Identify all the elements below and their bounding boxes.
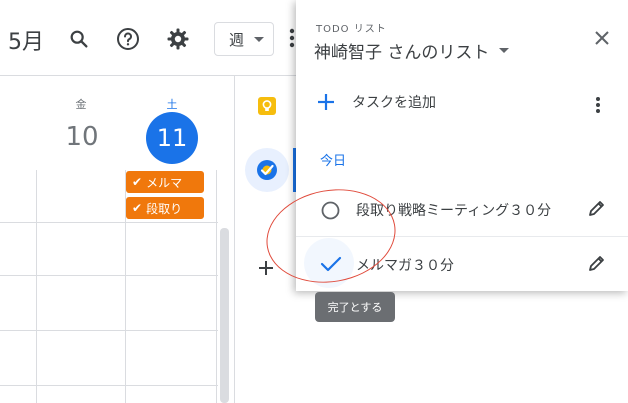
edit-pencil-icon[interactable]	[588, 199, 606, 217]
search-icon	[70, 30, 88, 48]
keep-button[interactable]	[258, 97, 276, 115]
more-vertical-icon	[596, 97, 600, 113]
grid-line	[216, 170, 217, 403]
event-title: メルマ	[146, 175, 183, 190]
grid-line	[36, 170, 37, 403]
task-list-selector[interactable]: 神崎智子 さんのリスト	[314, 38, 510, 63]
panel-label: TODO リスト	[316, 24, 387, 35]
header-more-button[interactable]	[289, 28, 295, 48]
gear-icon	[167, 28, 189, 50]
task-done-icon: ✔	[132, 175, 143, 189]
day-name-sat: 土	[166, 98, 178, 111]
day-number-fri[interactable]: 10	[60, 122, 104, 152]
side-panel-divider	[234, 76, 235, 403]
plus-icon	[259, 261, 273, 275]
add-task-button[interactable]: タスクを追加	[316, 92, 436, 112]
hour-line	[0, 330, 218, 331]
plus-icon	[318, 94, 334, 110]
search-button[interactable]	[64, 24, 94, 54]
scrollbar-thumb[interactable]	[220, 228, 229, 403]
lightbulb-icon	[258, 97, 276, 115]
close-icon	[595, 31, 609, 45]
hour-line	[0, 275, 218, 276]
caret-down-icon	[499, 48, 510, 53]
view-selector-label: 週	[229, 30, 245, 49]
add-task-label: タスクを追加	[352, 95, 436, 111]
task-done-icon: ✔	[132, 201, 143, 215]
tooltip: 完了とする	[315, 292, 395, 322]
caret-down-icon	[254, 36, 265, 42]
close-panel-button[interactable]	[594, 30, 610, 46]
current-month: 5月	[8, 30, 44, 55]
hour-line	[0, 385, 218, 386]
tasks-icon	[257, 160, 277, 180]
day-name-fri: 金	[75, 98, 87, 111]
help-icon	[117, 28, 139, 50]
more-vertical-icon	[289, 28, 295, 48]
event-chip[interactable]: ✔ 段取り	[126, 197, 204, 219]
event-title: 段取り	[146, 201, 183, 216]
day-number-sat-today[interactable]: 11	[146, 112, 198, 164]
help-button[interactable]	[113, 24, 143, 54]
settings-button[interactable]	[163, 24, 193, 54]
grid-line	[125, 170, 126, 403]
list-options-button[interactable]	[595, 96, 601, 114]
section-today: 今日	[320, 154, 347, 169]
task-list-name: 神崎智子 さんのリスト	[314, 43, 490, 63]
all-day-divider	[0, 222, 218, 223]
edit-pencil-icon[interactable]	[588, 254, 606, 272]
event-chip[interactable]: ✔ メルマ	[126, 171, 204, 193]
add-addon-button[interactable]	[258, 260, 274, 276]
tasks-button-active[interactable]	[245, 148, 289, 192]
view-selector[interactable]: 週	[214, 22, 274, 56]
